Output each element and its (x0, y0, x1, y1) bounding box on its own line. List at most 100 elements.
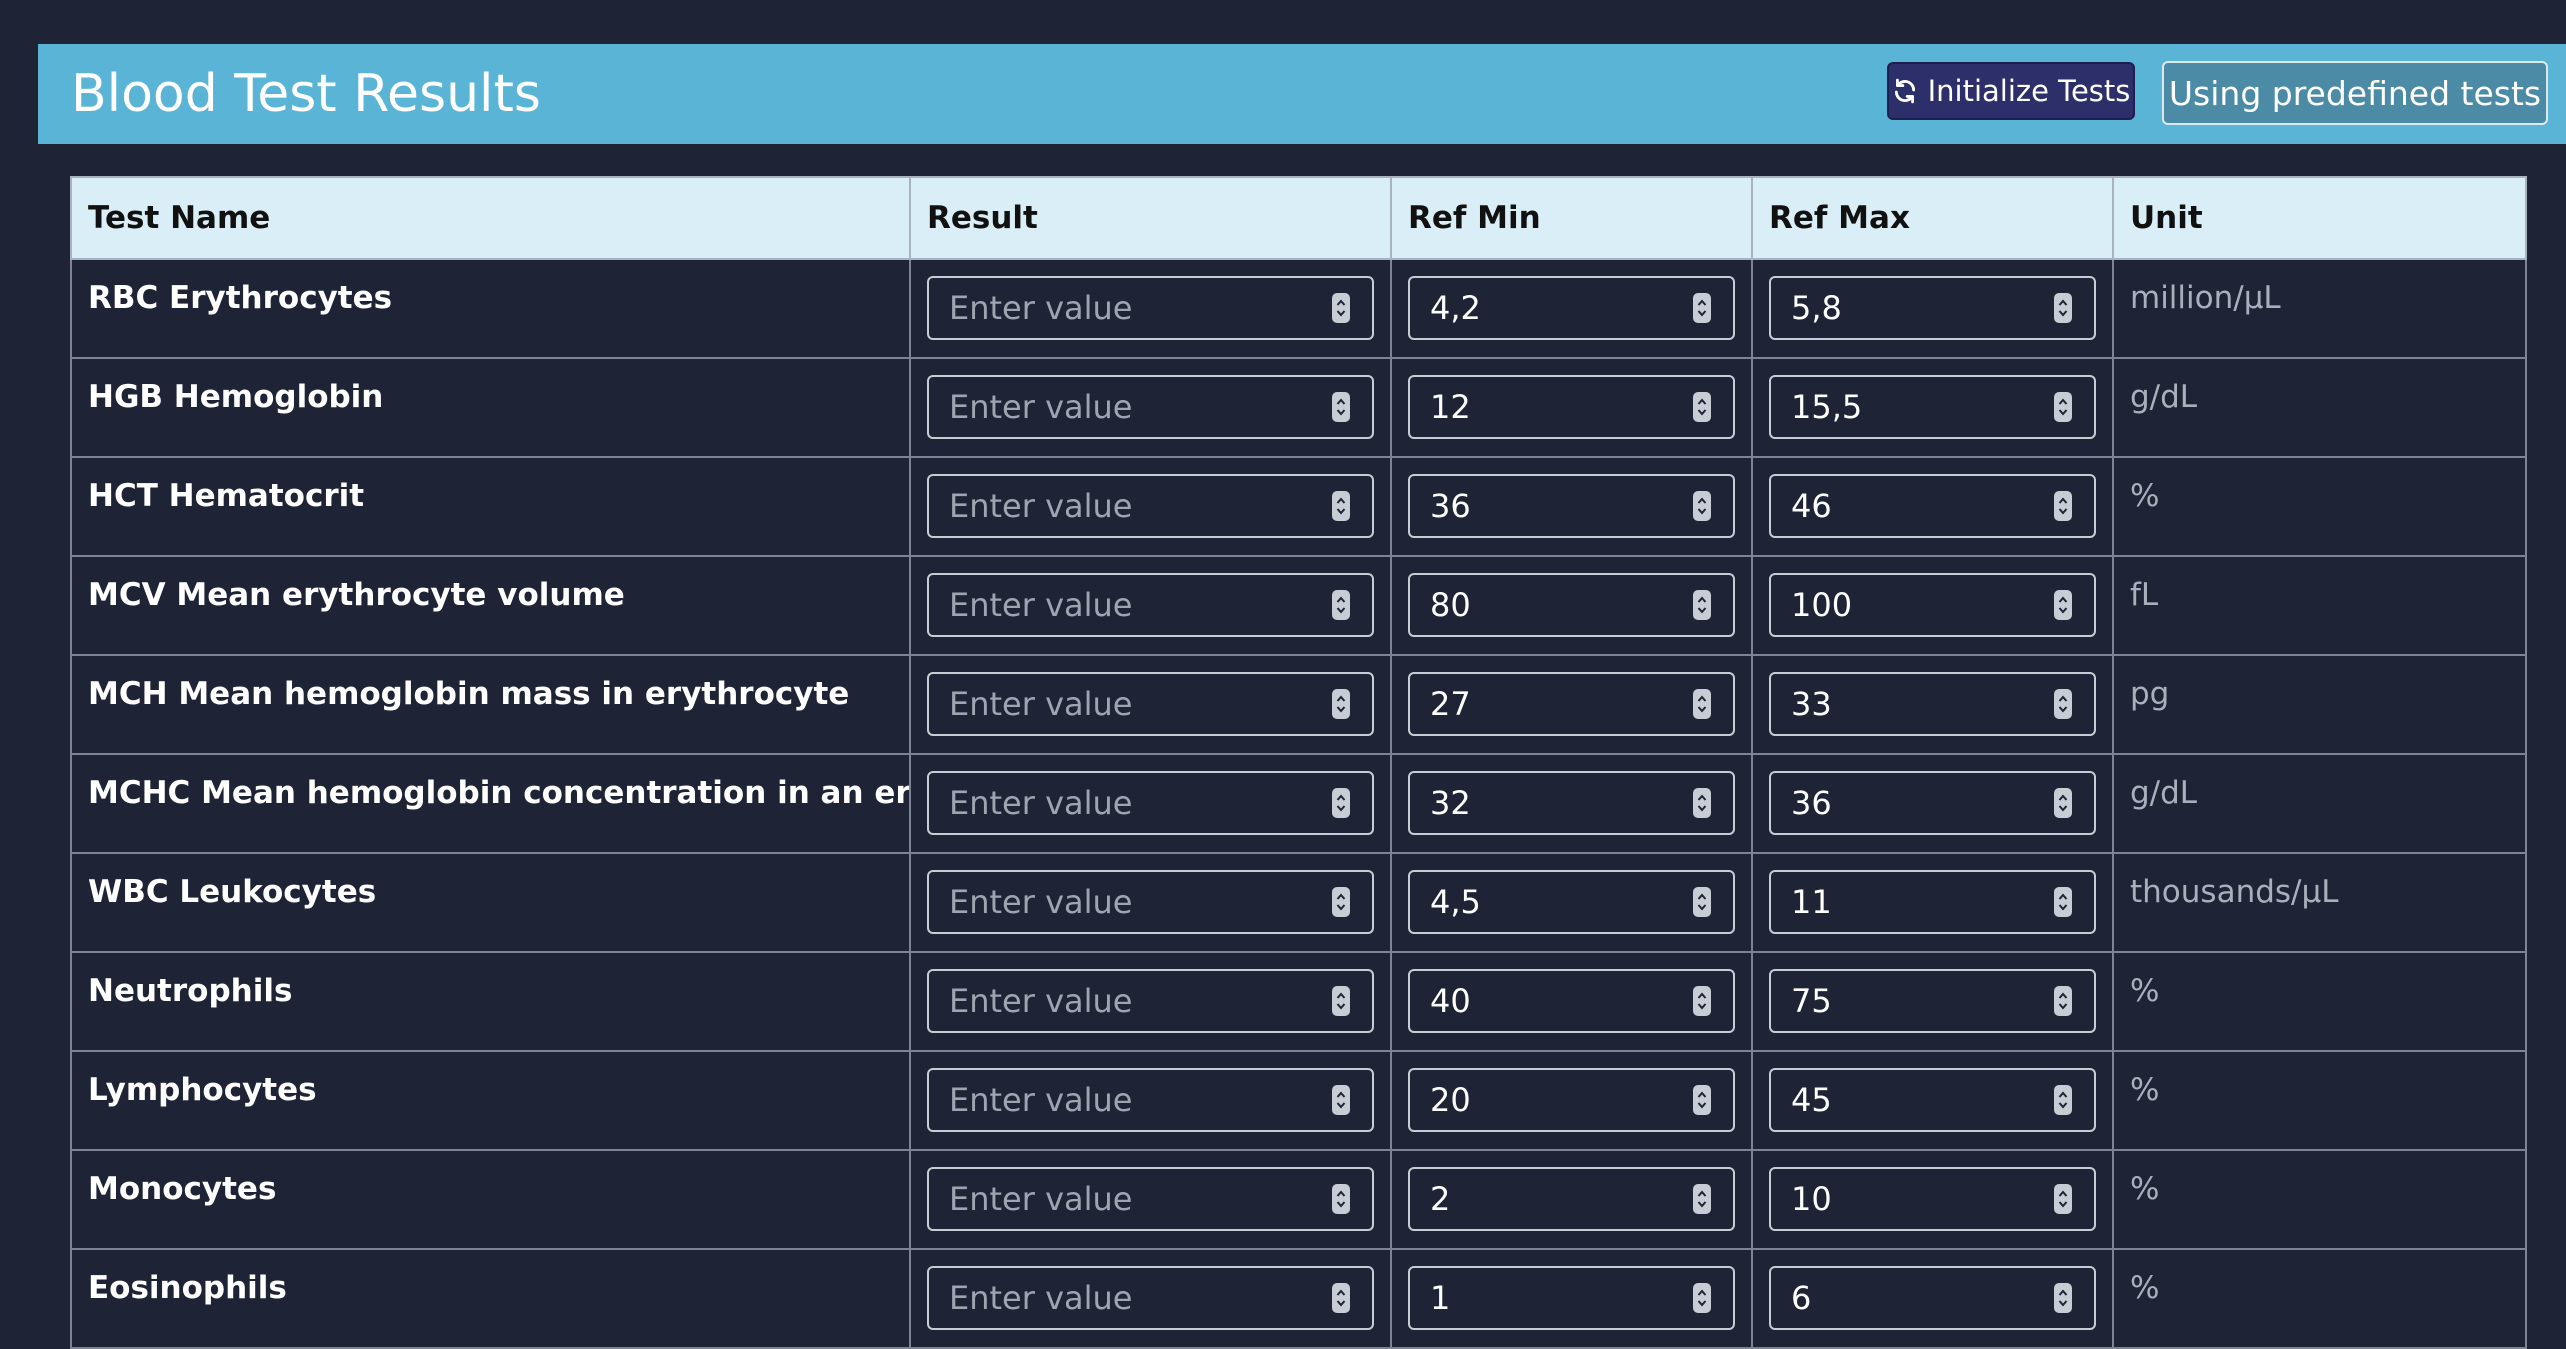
result-cell: Enter value (909, 951, 1392, 1052)
ref-max-input[interactable]: 15,5 (1769, 375, 2096, 439)
stepper-arrows-icon[interactable] (1332, 887, 1350, 917)
result-input-value: Enter value (949, 586, 1133, 624)
ref-max-input[interactable]: 33 (1769, 672, 2096, 736)
stepper-arrows-icon[interactable] (1332, 986, 1350, 1016)
stepper-arrows-icon[interactable] (1693, 689, 1711, 719)
ref-max-input[interactable]: 10 (1769, 1167, 2096, 1231)
ref-min-input[interactable]: 1 (1408, 1266, 1735, 1330)
ref-min-input[interactable]: 80 (1408, 573, 1735, 637)
result-input[interactable]: Enter value (927, 672, 1374, 736)
stepper-arrows-icon[interactable] (1332, 788, 1350, 818)
stepper-arrows-icon[interactable] (1332, 590, 1350, 620)
stepper-arrows-icon[interactable] (1693, 887, 1711, 917)
test-name: WBC Leukocytes (70, 852, 911, 953)
test-name: MCV Mean erythrocyte volume (70, 555, 911, 656)
stepper-arrows-icon[interactable] (1332, 1085, 1350, 1115)
test-name: Lymphocytes (70, 1050, 911, 1151)
ref-min-input[interactable]: 40 (1408, 969, 1735, 1033)
stepper-arrows-icon[interactable] (1332, 392, 1350, 422)
ref-max-input[interactable]: 100 (1769, 573, 2096, 637)
result-input[interactable]: Enter value (927, 1167, 1374, 1231)
stepper-arrows-icon[interactable] (2054, 689, 2072, 719)
ref-max-input[interactable]: 11 (1769, 870, 2096, 934)
stepper-arrows-icon[interactable] (1332, 1283, 1350, 1313)
ref-min-input-value: 27 (1430, 685, 1471, 723)
stepper-arrows-icon[interactable] (1693, 1283, 1711, 1313)
ref-min-cell: 27 (1390, 654, 1753, 755)
column-header-result: Result (909, 176, 1392, 260)
unit-label: % (2112, 1050, 2527, 1151)
page-title: Blood Test Results (71, 64, 541, 124)
ref-max-input[interactable]: 75 (1769, 969, 2096, 1033)
test-name: MCHC Mean hemoglobin concentration in an… (70, 753, 911, 854)
ref-max-cell: 33 (1751, 654, 2114, 755)
test-name: Neutrophils (70, 951, 911, 1052)
stepper-arrows-icon[interactable] (1332, 491, 1350, 521)
stepper-arrows-icon[interactable] (2054, 293, 2072, 323)
ref-min-input[interactable]: 4,5 (1408, 870, 1735, 934)
result-input-value: Enter value (949, 685, 1133, 723)
stepper-arrows-icon[interactable] (2054, 590, 2072, 620)
stepper-arrows-icon[interactable] (2054, 491, 2072, 521)
result-input[interactable]: Enter value (927, 870, 1374, 934)
stepper-arrows-icon[interactable] (2054, 788, 2072, 818)
ref-min-input[interactable]: 32 (1408, 771, 1735, 835)
ref-min-input[interactable]: 12 (1408, 375, 1735, 439)
stepper-arrows-icon[interactable] (1693, 392, 1711, 422)
result-input-value: Enter value (949, 289, 1133, 327)
ref-min-input-value: 40 (1430, 982, 1471, 1020)
ref-max-input[interactable]: 46 (1769, 474, 2096, 538)
ref-max-cell: 5,8 (1751, 258, 2114, 359)
stepper-arrows-icon[interactable] (1693, 293, 1711, 323)
ref-max-input-value: 45 (1791, 1081, 1832, 1119)
result-input[interactable]: Enter value (927, 1068, 1374, 1132)
ref-min-cell: 2 (1390, 1149, 1753, 1250)
result-input-value: Enter value (949, 388, 1133, 426)
result-input[interactable]: Enter value (927, 771, 1374, 835)
ref-min-input[interactable]: 2 (1408, 1167, 1735, 1231)
stepper-arrows-icon[interactable] (2054, 1283, 2072, 1313)
ref-min-input[interactable]: 4,2 (1408, 276, 1735, 340)
result-input[interactable]: Enter value (927, 573, 1374, 637)
stepper-arrows-icon[interactable] (1693, 1184, 1711, 1214)
test-name: HGB Hemoglobin (70, 357, 911, 458)
stepper-arrows-icon[interactable] (1332, 293, 1350, 323)
stepper-arrows-icon[interactable] (2054, 1184, 2072, 1214)
result-input[interactable]: Enter value (927, 969, 1374, 1033)
stepper-arrows-icon[interactable] (1693, 491, 1711, 521)
predefined-tests-button[interactable]: Using predefined tests (2162, 61, 2548, 125)
result-input[interactable]: Enter value (927, 276, 1374, 340)
table-body: RBC Erythrocytes Enter value 4,2 5,8 million… (70, 258, 2527, 1349)
ref-min-input-value: 32 (1430, 784, 1471, 822)
ref-min-cell: 12 (1390, 357, 1753, 458)
stepper-arrows-icon[interactable] (1693, 788, 1711, 818)
column-header-ref-min: Ref Min (1390, 176, 1753, 260)
initialize-tests-button[interactable]: Initialize Tests (1887, 62, 2135, 120)
ref-min-input-value: 2 (1430, 1180, 1451, 1218)
stepper-arrows-icon[interactable] (1693, 986, 1711, 1016)
result-input[interactable]: Enter value (927, 1266, 1374, 1330)
result-input[interactable]: Enter value (927, 375, 1374, 439)
ref-max-input[interactable]: 6 (1769, 1266, 2096, 1330)
ref-max-input[interactable]: 45 (1769, 1068, 2096, 1132)
result-input[interactable]: Enter value (927, 474, 1374, 538)
ref-min-input[interactable]: 20 (1408, 1068, 1735, 1132)
ref-min-cell: 80 (1390, 555, 1753, 656)
stepper-arrows-icon[interactable] (1693, 590, 1711, 620)
table-row: MCH Mean hemoglobin mass in erythrocyte E… (70, 654, 2527, 755)
result-cell: Enter value (909, 1248, 1392, 1349)
ref-max-cell: 10 (1751, 1149, 2114, 1250)
ref-min-input[interactable]: 36 (1408, 474, 1735, 538)
stepper-arrows-icon[interactable] (1332, 1184, 1350, 1214)
ref-max-input[interactable]: 36 (1769, 771, 2096, 835)
stepper-arrows-icon[interactable] (1693, 1085, 1711, 1115)
stepper-arrows-icon[interactable] (2054, 986, 2072, 1016)
ref-max-input[interactable]: 5,8 (1769, 276, 2096, 340)
ref-min-input[interactable]: 27 (1408, 672, 1735, 736)
stepper-arrows-icon[interactable] (2054, 887, 2072, 917)
test-name: MCH Mean hemoglobin mass in erythrocyte (70, 654, 911, 755)
stepper-arrows-icon[interactable] (2054, 1085, 2072, 1115)
stepper-arrows-icon[interactable] (1332, 689, 1350, 719)
stepper-arrows-icon[interactable] (2054, 392, 2072, 422)
column-header-ref-max: Ref Max (1751, 176, 2114, 260)
